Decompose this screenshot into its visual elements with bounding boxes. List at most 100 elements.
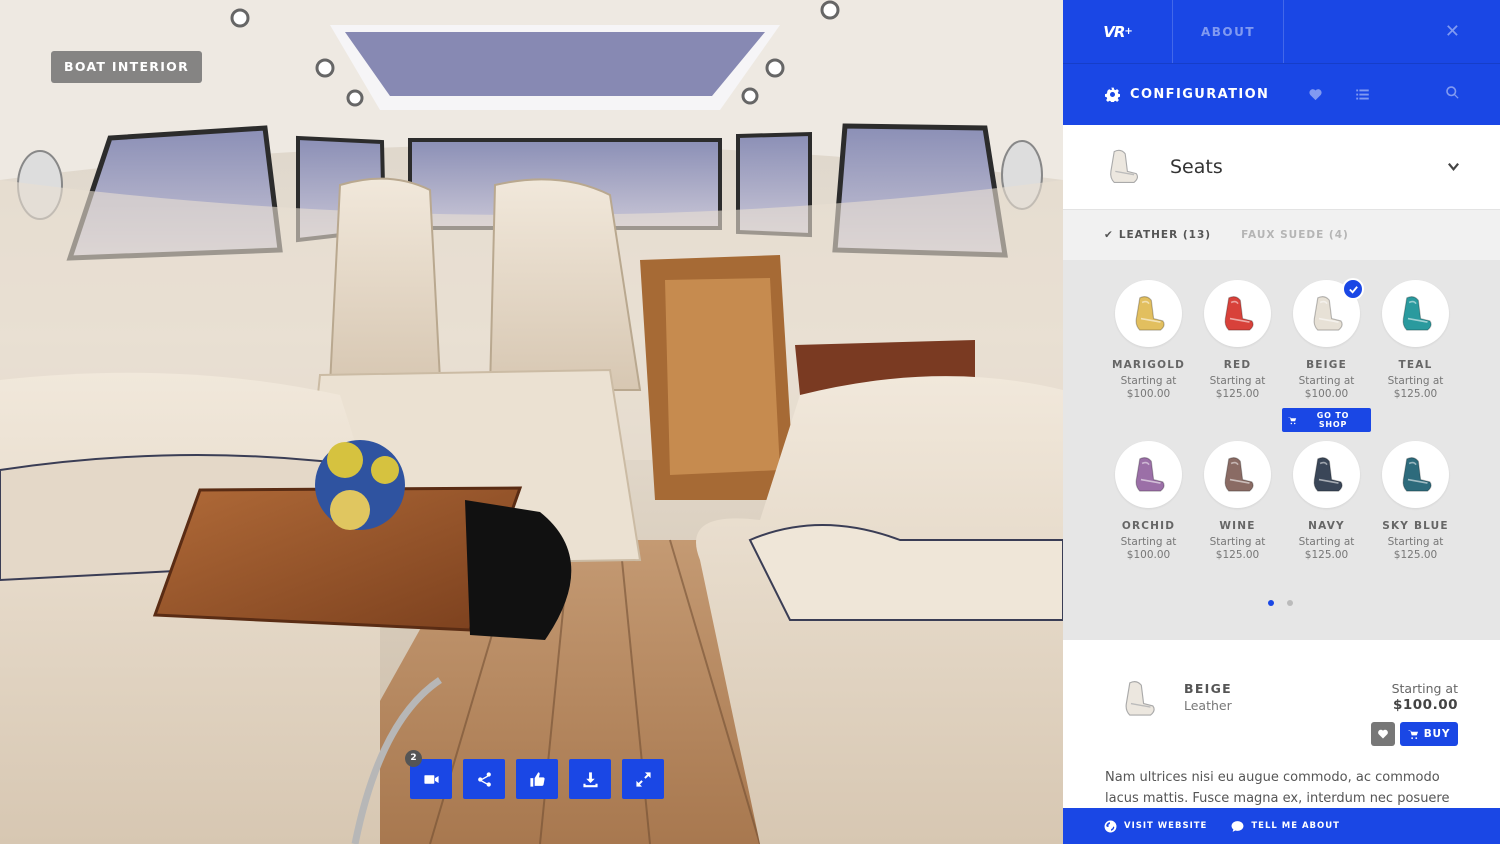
- video-count-badge: 2: [405, 750, 422, 767]
- tell-me-about-label: TELL ME ABOUT: [1251, 821, 1340, 831]
- panel-footer: VISIT WEBSITE TELL ME ABOUT: [1063, 808, 1500, 844]
- tab-faux-suede[interactable]: FAUX SUEDE (4): [1241, 229, 1349, 241]
- swatch-price-value: $100.00: [1126, 549, 1171, 561]
- section-title: Seats: [1170, 156, 1223, 178]
- buy-button[interactable]: BUY: [1400, 722, 1458, 746]
- swatch-item-orchid[interactable]: ORCHID Starting at $100.00: [1104, 441, 1193, 588]
- add-favorite-button[interactable]: [1371, 722, 1395, 746]
- swatch-price: Starting at $100.00: [1282, 375, 1371, 401]
- swatch-circle[interactable]: [1293, 441, 1360, 508]
- swatch-name: BEIGE: [1306, 359, 1347, 371]
- carousel-pagination: [1268, 600, 1293, 606]
- seat-icon: [1224, 295, 1254, 331]
- swatch-item-marigold[interactable]: MARIGOLD Starting at $100.00: [1104, 280, 1193, 427]
- starting-at-label: Starting at: [1391, 681, 1458, 696]
- pagination-dot[interactable]: [1287, 600, 1293, 606]
- seat-icon: [1135, 456, 1165, 492]
- configuration-actions: [1292, 87, 1386, 102]
- seat-thumbnail-icon: [1110, 149, 1138, 183]
- list-button[interactable]: [1339, 87, 1386, 102]
- swatch-name: NAVY: [1308, 520, 1345, 532]
- swatch-name: MARIGOLD: [1111, 359, 1186, 371]
- swatch-price: Starting at $100.00: [1104, 375, 1193, 401]
- swatch-circle[interactable]: [1204, 280, 1271, 347]
- visit-website-link[interactable]: VISIT WEBSITE: [1104, 820, 1207, 833]
- favorites-button[interactable]: [1292, 87, 1339, 102]
- cart-icon: [1408, 729, 1418, 739]
- video-camera-icon: [423, 774, 439, 784]
- swatch-price-label: Starting at: [1209, 536, 1266, 548]
- thumbs-up-icon: [529, 771, 545, 787]
- download-button[interactable]: [569, 759, 611, 799]
- selected-item-material: Leather: [1184, 698, 1232, 713]
- viewer-toolbar: 2: [405, 750, 664, 799]
- selected-item-detail: BEIGE Leather Starting at $100.00 BUY Na…: [1063, 640, 1500, 808]
- seat-icon: [1402, 456, 1432, 492]
- swatch-price-label: Starting at: [1298, 536, 1355, 548]
- fullscreen-button[interactable]: [622, 759, 664, 799]
- swatch-price: Starting at $125.00: [1371, 375, 1460, 401]
- swatch-price-label: Starting at: [1298, 375, 1355, 387]
- material-tabs: ✔ LEATHER (13) FAUX SUEDE (4): [1063, 210, 1500, 260]
- check-icon: ✔: [1104, 229, 1114, 241]
- swatch-grid: MARIGOLD Starting at $100.00 RED Starting at…: [1104, 278, 1460, 588]
- search-button[interactable]: [1445, 85, 1460, 104]
- buy-label: BUY: [1423, 728, 1451, 740]
- boat-interior-panorama[interactable]: [0, 0, 1063, 844]
- selected-item-price: $100.00: [1393, 697, 1458, 713]
- swatch-circle[interactable]: [1204, 441, 1271, 508]
- configuration-bar: CONFIGURATION: [1063, 63, 1500, 125]
- swatch-price: Starting at $125.00: [1193, 375, 1282, 401]
- swatch-item-teal[interactable]: TEAL Starting at $125.00: [1371, 280, 1460, 427]
- about-tab[interactable]: ABOUT: [1173, 0, 1284, 63]
- globe-icon: [1104, 820, 1117, 832]
- swatch-price: Starting at $100.00: [1104, 536, 1193, 562]
- swatch-item-wine[interactable]: WINE Starting at $125.00: [1193, 441, 1282, 588]
- scene-viewer[interactable]: BOAT INTERIOR 2: [0, 0, 1063, 844]
- top-bar: VR + ABOUT ✕: [1063, 0, 1500, 63]
- swatch-name: WINE: [1219, 520, 1256, 532]
- swatch-circle[interactable]: [1382, 280, 1449, 347]
- pagination-dot[interactable]: [1268, 600, 1274, 606]
- swatch-item-navy[interactable]: NAVY Starting at $125.00: [1282, 441, 1371, 588]
- swatch-price: Starting at $125.00: [1193, 536, 1282, 562]
- item-description: Nam ultrices nisi eu augue commodo, ac c…: [1105, 770, 1450, 806]
- go-to-shop-button[interactable]: GO TO SHOP: [1282, 408, 1371, 432]
- swatch-name: TEAL: [1398, 359, 1433, 371]
- seats-section-header[interactable]: Seats: [1063, 125, 1500, 210]
- visit-website-label: VISIT WEBSITE: [1124, 821, 1208, 831]
- heart-icon: [1309, 89, 1322, 101]
- top-bar-spacer: ✕: [1284, 0, 1500, 63]
- share-icon: [477, 771, 491, 787]
- swatch-name: RED: [1223, 359, 1252, 371]
- tab-leather[interactable]: ✔ LEATHER (13): [1104, 229, 1211, 241]
- swatch-item-red[interactable]: RED Starting at $125.00: [1193, 280, 1282, 427]
- search-icon: [1446, 86, 1459, 99]
- swatch-price-label: Starting at: [1120, 375, 1177, 387]
- configuration-panel: VR + ABOUT ✕ CONFIGURATION Seats ✔ LEATH…: [1063, 0, 1500, 844]
- swatch-circle[interactable]: [1115, 441, 1182, 508]
- logo[interactable]: VR +: [1063, 0, 1173, 63]
- swatch-price-value: $125.00: [1304, 549, 1349, 561]
- expand-icon: [635, 771, 651, 787]
- swatch-circle[interactable]: [1293, 278, 1364, 347]
- seat-icon: [1313, 295, 1343, 331]
- video-button[interactable]: 2: [405, 750, 452, 799]
- share-button[interactable]: [463, 759, 505, 799]
- swatch-price-value: $125.00: [1393, 388, 1438, 400]
- selected-item-name: BEIGE: [1184, 681, 1233, 696]
- like-button[interactable]: [516, 759, 558, 799]
- chevron-down-icon[interactable]: [1447, 158, 1460, 177]
- swatch-item-sky-blue[interactable]: SKY BLUE Starting at $125.00: [1371, 441, 1460, 588]
- list-icon: [1356, 89, 1369, 100]
- configuration-tab[interactable]: CONFIGURATION: [1063, 87, 1292, 102]
- swatch-price-value: $125.00: [1215, 388, 1260, 400]
- swatch-circle[interactable]: [1382, 441, 1449, 508]
- close-icon[interactable]: ✕: [1445, 21, 1460, 42]
- seat-icon: [1313, 456, 1343, 492]
- tell-me-about-link[interactable]: TELL ME ABOUT: [1231, 820, 1340, 833]
- swatch-item-beige[interactable]: BEIGE Starting at $100.00 GO TO SHOP: [1282, 278, 1371, 432]
- seat-icon: [1135, 295, 1165, 331]
- swatch-circle[interactable]: [1115, 280, 1182, 347]
- swatch-price-value: $100.00: [1304, 388, 1349, 400]
